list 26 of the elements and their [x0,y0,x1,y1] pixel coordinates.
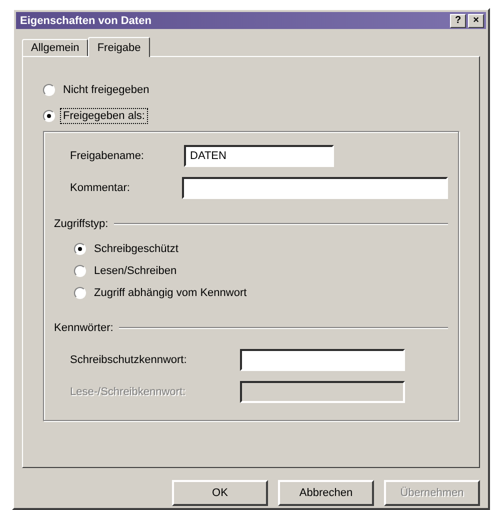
input-field[interactable]: DATEN [184,145,334,168]
tab[interactable]: Allgemein [22,39,88,56]
field-label: Kommentar: [70,182,131,194]
radio-label: Zugriff abhängig vom Kennwort [93,286,248,300]
radio-button[interactable] [74,265,86,278]
tab[interactable]: Freigabe [88,37,150,58]
password-field[interactable] [240,349,405,372]
input-field[interactable] [182,177,448,200]
section-label: Zugriffstyp: [54,218,108,230]
radio-button[interactable] [43,110,55,122]
help-button[interactable]: ? [450,14,466,28]
radio-button[interactable] [74,243,86,256]
radio-label: Freigegeben als: [61,109,147,124]
close-button[interactable]: × [468,14,484,28]
section-label: Kennwörter: [54,322,114,334]
dialog-button[interactable]: OK [172,480,268,506]
radio-label: Nicht freigegeben [62,83,150,98]
field-label: Schreibschutzkennwort: [70,354,188,366]
field-label: Lese-/Schreibkennwort: [70,386,187,398]
radio-label: Schreibgeschützt [93,242,180,256]
field-label: Freigabename: [70,150,145,162]
radio-button[interactable] [43,84,55,96]
dialog-button[interactable]: Abbrechen [278,480,374,506]
window-title: Eigenschaften von Daten [20,14,152,27]
radio-label: Lesen/Schreiben [93,264,178,278]
radio-button[interactable] [74,287,86,300]
